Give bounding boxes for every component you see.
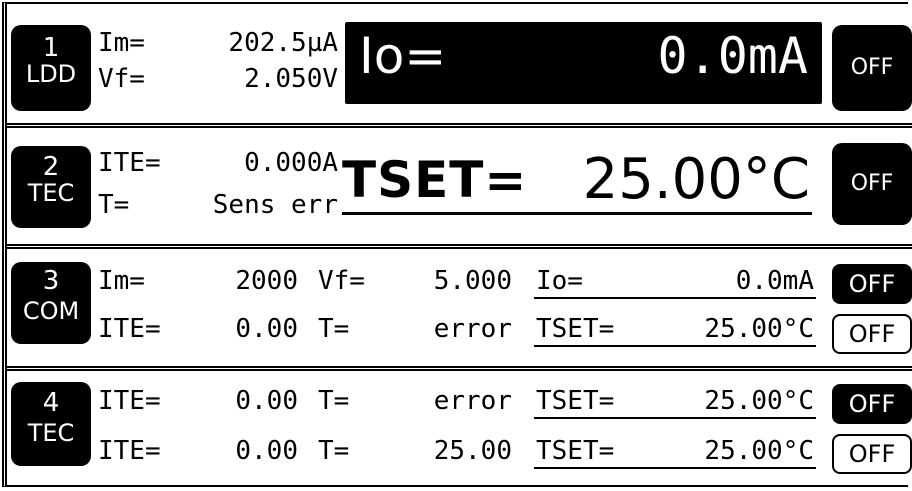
ch3-row2-c-value: 25.00°C: [704, 314, 814, 344]
ch2-ite-label: ITE=: [98, 148, 161, 178]
ch1-im-label: Im=: [98, 28, 145, 58]
ch4-row1-a-value: 0.00: [235, 386, 298, 416]
channel-number: 1: [42, 33, 60, 63]
channel-name: LDD: [25, 60, 77, 88]
ch3-row1-a-value: 2000: [235, 266, 298, 296]
ch2-t-value: Sens err: [212, 190, 338, 220]
channel-name: COM: [22, 297, 80, 325]
ch4-row2-off-button[interactable]: OFF: [832, 434, 912, 474]
ch3-row2-b-label: T=: [318, 314, 350, 344]
ch4-row1-b-label: T=: [318, 386, 350, 416]
ch4-row1-off-button[interactable]: OFF: [832, 384, 912, 424]
ch3-row2-a-label-text: ITE=: [98, 314, 161, 344]
ch2-off-button[interactable]: OFF: [832, 143, 912, 225]
ch1-vf-label: Vf=: [98, 64, 145, 94]
tset-value: 25.00°C: [582, 147, 810, 212]
io-label: Io=: [359, 27, 447, 85]
ch1-off-button[interactable]: OFF: [832, 25, 912, 111]
ch3-row2-a-value: 0.00: [235, 314, 298, 344]
channel-2-tag[interactable]: 2 TEC: [11, 146, 91, 228]
ch1-im-value: 202.5µA: [228, 28, 338, 58]
ch1-vf-value: 2.050V: [244, 64, 338, 94]
ch4-row1-underline: [534, 417, 816, 419]
ch3-row2-a-label: ITE=: [98, 314, 161, 344]
io-value: 0.0mA: [657, 27, 808, 85]
ch3-row1-underline: [534, 297, 816, 299]
ch4-row2-c-value: 25.00°C: [704, 436, 814, 466]
separator-2: [6, 244, 912, 249]
ch2-tset-display[interactable]: TSET= 25.00°C: [342, 150, 810, 210]
ch3-row2-underline: [534, 345, 816, 347]
tset-label: TSET=: [342, 151, 528, 209]
ch3-row1-c-value: 0.0mA: [735, 266, 814, 296]
ch4-row1-a-label: ITE=: [98, 386, 161, 416]
channel-name: TEC: [27, 179, 75, 207]
ch4-row1-c-value: 25.00°C: [704, 386, 814, 416]
ch4-row2-underline: [534, 467, 816, 469]
ch4-row2-b-label: T=: [318, 436, 350, 466]
ch4-row2-b-value: 25.00: [433, 436, 512, 466]
ch4-row2-a-label: ITE=: [98, 436, 161, 466]
ch4-row2-c-label: TSET=: [536, 436, 615, 466]
ch3-row1-c-label: Io=: [536, 266, 583, 296]
separator-1: [6, 123, 912, 128]
ch4-row2-a-value: 0.00: [235, 436, 298, 466]
channel-number: 4: [42, 388, 60, 418]
ch4-row1-b-value: error: [433, 386, 512, 416]
ch1-output-current-display[interactable]: Io= 0.0mA: [345, 22, 822, 104]
ch3-row2-c-label: TSET=: [536, 314, 615, 344]
ch3-row1-a-label: Im=: [98, 266, 145, 296]
channel-1-tag[interactable]: 1 LDD: [11, 25, 91, 111]
ch3-row1-off-button[interactable]: OFF: [832, 264, 912, 304]
ch2-t-label: T=: [98, 190, 130, 220]
ch3-row2-b-value: error: [433, 314, 512, 344]
separator-3: [6, 366, 912, 371]
channel-number: 2: [42, 152, 60, 182]
ch3-row1-b-value: 5.000: [433, 266, 512, 296]
ch3-row1-b-label: Vf=: [318, 266, 365, 296]
tset-underline: [342, 212, 812, 215]
controller-display: 1 LDD Im= 202.5µA Vf= 2.050V Io= 0.0mA O…: [0, 0, 912, 491]
channel-number: 3: [42, 266, 60, 296]
ch2-ite-value: 0.000A: [244, 148, 338, 178]
channel-4-tag[interactable]: 4 TEC: [11, 382, 91, 466]
channel-3-tag[interactable]: 3 COM: [11, 262, 91, 344]
ch4-row1-c-label: TSET=: [536, 386, 615, 416]
channel-name: TEC: [27, 419, 75, 447]
ch3-row2-off-button[interactable]: OFF: [832, 314, 912, 354]
